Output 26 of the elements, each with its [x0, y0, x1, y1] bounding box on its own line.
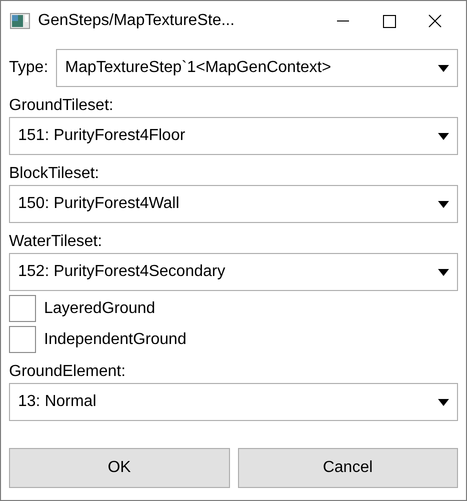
close-icon	[428, 14, 442, 28]
caret-icon	[438, 64, 449, 72]
caret-icon	[438, 268, 449, 276]
caret-icon	[438, 398, 449, 406]
dropdown[interactable]: 13: Normal	[9, 383, 458, 421]
minimize-icon	[336, 20, 350, 22]
dropdown[interactable]: 152: PurityForest4Secondary	[9, 253, 458, 291]
checkbox[interactable]	[9, 326, 36, 353]
field-label: BlockTileset:	[9, 164, 100, 184]
ok-button[interactable]: OK	[9, 448, 230, 488]
window-title: GenSteps/MapTextureSte...	[38, 11, 235, 31]
cancel-button[interactable]: Cancel	[238, 448, 458, 488]
checkbox-label: LayeredGround	[44, 298, 156, 318]
field-label: WaterTileset:	[9, 232, 104, 252]
maximize-icon	[382, 14, 396, 28]
dropdown[interactable]: 151: PurityForest4Floor	[9, 117, 458, 155]
field-label: Type:	[9, 58, 48, 78]
caret-icon	[438, 132, 449, 140]
app-icon	[10, 13, 30, 29]
field-label: GroundTileset:	[9, 96, 114, 116]
dropdown[interactable]: MapTextureStep`1<MapGenContext>	[56, 49, 458, 87]
checkbox[interactable]	[9, 295, 36, 322]
caret-icon	[438, 200, 449, 208]
dropdown[interactable]: 150: PurityForest4Wall	[9, 185, 458, 223]
checkbox-label: IndependentGround	[44, 330, 186, 350]
field-label: GroundElement:	[9, 362, 127, 382]
